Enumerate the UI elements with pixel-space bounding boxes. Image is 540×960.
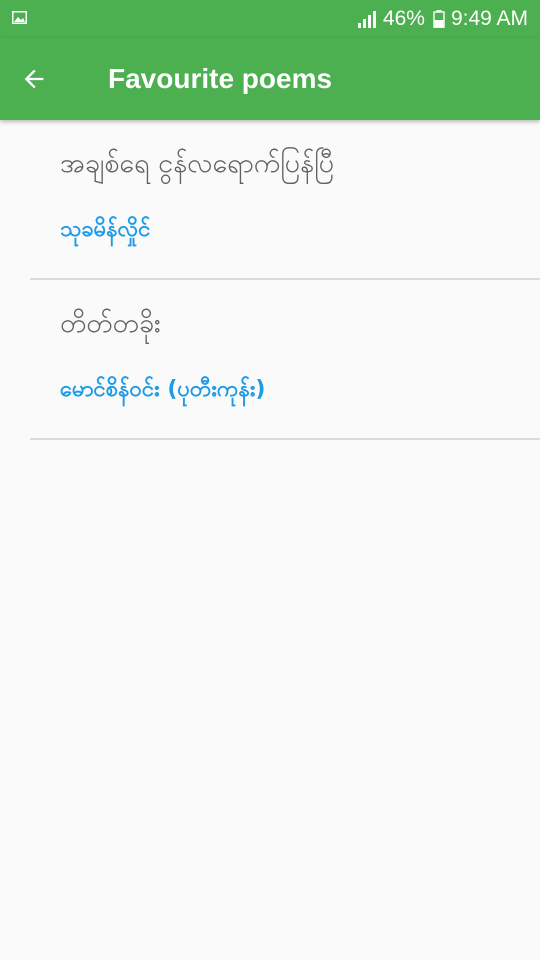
status-bar: 46% 9:49 AM (0, 0, 540, 38)
divider (30, 438, 540, 440)
app-bar: Favourite poems (0, 38, 540, 120)
poem-title: တိတ်တခိုး (60, 308, 161, 339)
status-time: 9:49 AM (450, 7, 528, 30)
poem-title: အချစ်ရေ ငွန်လရောက်ပြန်ပြီ (60, 148, 334, 179)
poem-list-item[interactable]: အချစ်ရေ ငွန်လရောက်ပြန်ပြီ သုခမိန်လှိုင် (0, 120, 540, 280)
page-title: Favourite poems (108, 63, 333, 94)
battery-icon (433, 10, 445, 28)
signal-icon (357, 11, 376, 28)
poem-list-item[interactable]: တိတ်တခိုး မောင်စိန်ဝင်း (ပုတီးကုန်း) (0, 280, 540, 440)
battery-percent: 46% (382, 7, 425, 30)
arrow-back-icon (24, 69, 44, 89)
poem-author: မောင်စိန်ဝင်း (ပုတီးကုန်း) (60, 377, 266, 402)
back-button[interactable] (6, 51, 62, 107)
status-right-group: 46% 9:49 AM (357, 0, 528, 38)
poem-list: အချစ်ရေ ငွန်လရောက်ပြန်ပြီ သုခမိန်လှိုင် … (0, 120, 540, 440)
image-icon (12, 11, 27, 24)
poem-author: သုခမိန်လှိုင် (60, 217, 151, 242)
